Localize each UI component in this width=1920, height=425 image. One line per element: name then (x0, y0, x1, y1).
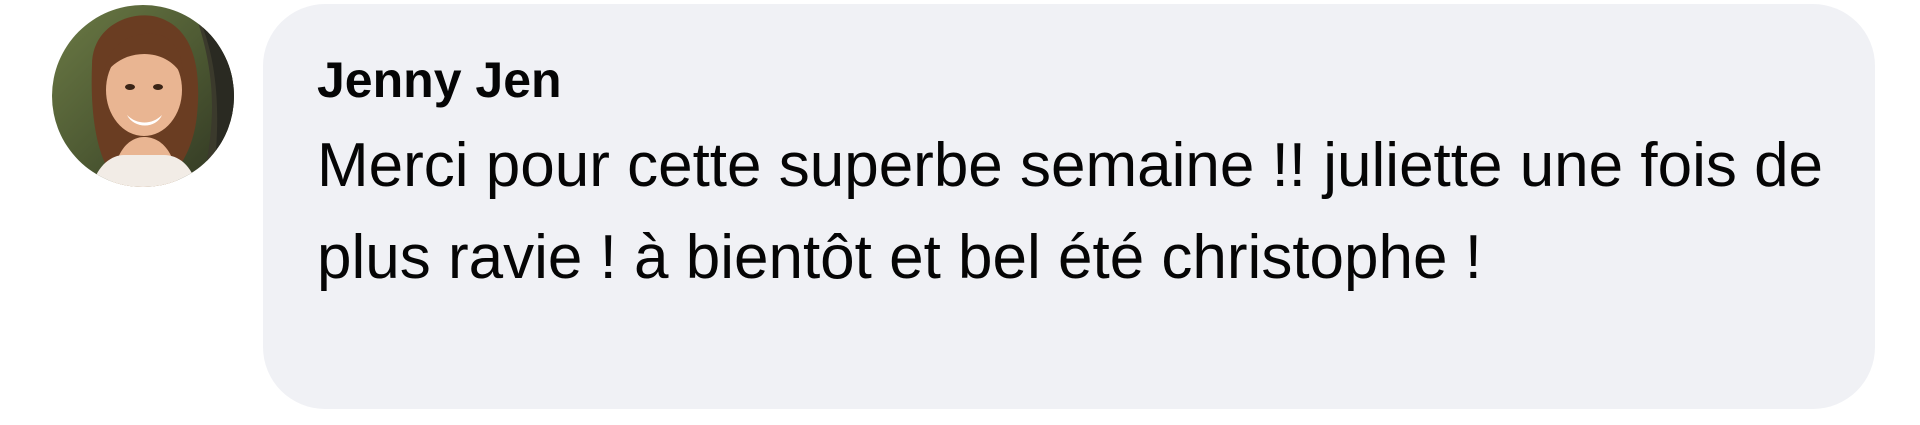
comment-text: Merci pour cette superbe semaine !! juli… (317, 131, 1824, 292)
comment-row: Jenny Jen Merci pour cette superbe semai… (0, 0, 1920, 425)
avatar[interactable] (52, 5, 234, 187)
profile-photo-icon (52, 5, 234, 187)
comment-bubble: Jenny Jen Merci pour cette superbe semai… (263, 4, 1875, 409)
comment-author[interactable]: Jenny Jen (317, 50, 562, 110)
